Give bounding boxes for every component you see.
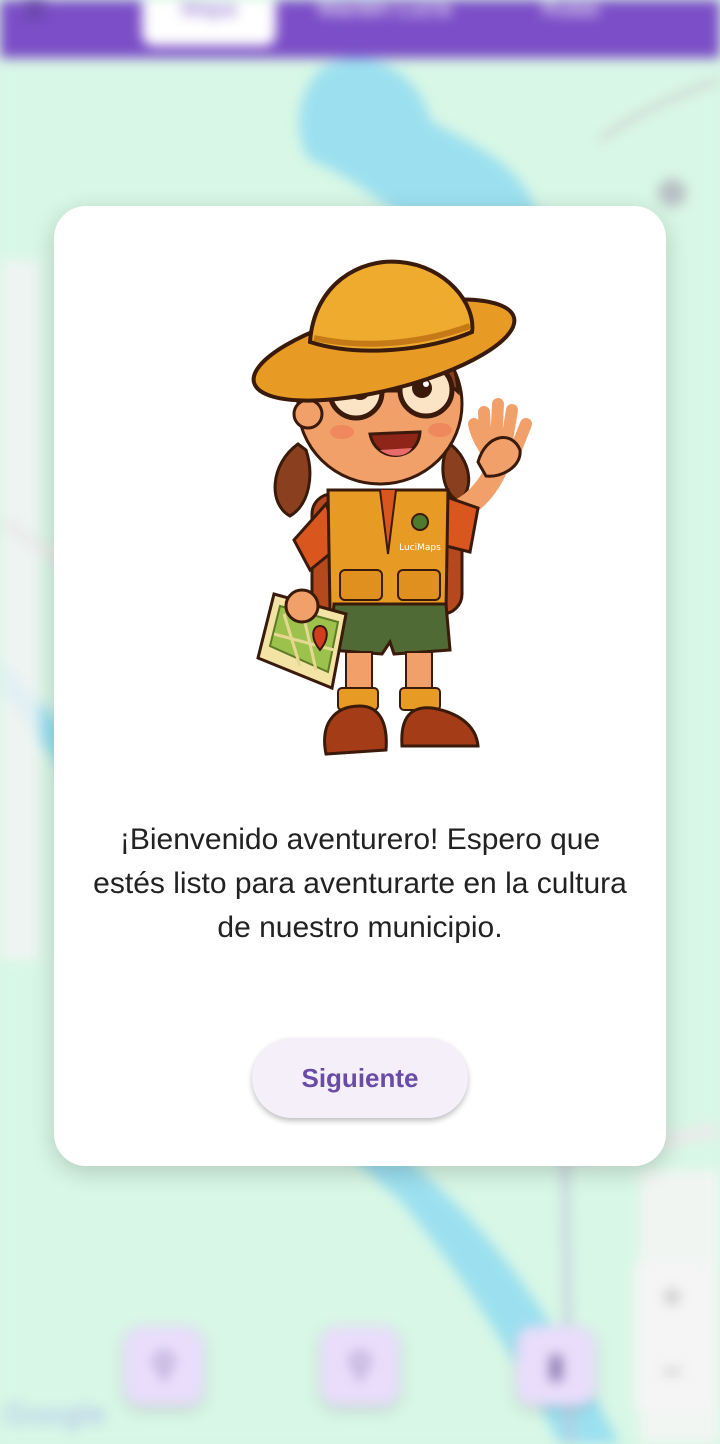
- mascot-badge: LuciMaps: [399, 543, 441, 553]
- next-button[interactable]: Siguiente: [252, 1038, 468, 1118]
- welcome-dialog: LuciMaps ¡Bienvenido aventurero! Espero …: [54, 206, 666, 1166]
- explorer-mascot-illustration: LuciMaps: [251, 259, 532, 756]
- welcome-message: ¡Bienvenido aventurero! Espero que estés…: [93, 823, 627, 944]
